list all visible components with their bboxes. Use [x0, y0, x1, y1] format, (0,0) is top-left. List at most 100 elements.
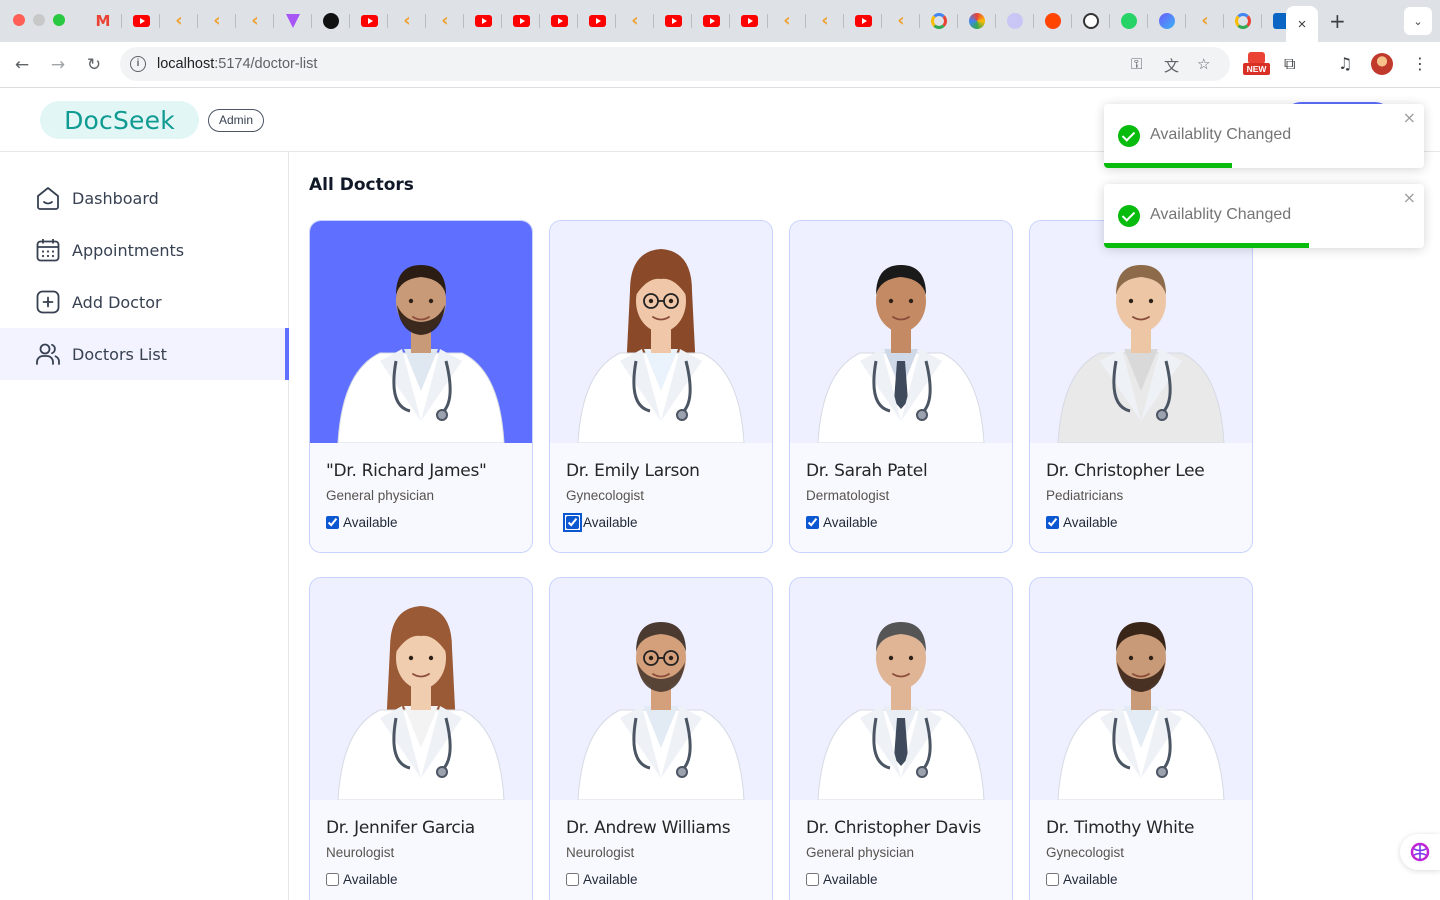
browser-tab[interactable] [768, 11, 806, 31]
toast-notification[interactable]: Availablity Changed × [1104, 104, 1424, 168]
availability-label[interactable]: Available [583, 515, 638, 530]
browser-tab[interactable] [578, 11, 616, 31]
browser-menu-icon[interactable]: ⋮ [1412, 54, 1428, 73]
browser-tab[interactable] [996, 11, 1034, 31]
browser-tab[interactable] [958, 11, 996, 31]
reload-button[interactable]: ↻ [82, 53, 106, 77]
browser-tab[interactable] [350, 11, 388, 31]
doctor-card[interactable]: "Dr. Richard James" General physician Avai… [309, 220, 533, 553]
browser-tab[interactable] [616, 11, 654, 31]
close-icon[interactable]: × [1403, 188, 1416, 207]
sidebar-item-dashboard[interactable]: Dashboard [0, 172, 289, 224]
availability-label[interactable]: Available [823, 872, 878, 887]
extensions-puzzle-icon[interactable]: ⧉ [1284, 54, 1295, 74]
browser-tab[interactable] [502, 11, 540, 31]
browser-tab[interactable] [1110, 11, 1148, 31]
availability-checkbox[interactable] [566, 873, 579, 886]
address-bar[interactable]: i localhost:5174/doctor-list ⚿ 文 ☆ [120, 47, 1230, 81]
floating-assistant-button[interactable] [1400, 834, 1440, 870]
tab-search-button[interactable]: ⌄ [1404, 7, 1432, 35]
availability-checkbox[interactable] [1046, 873, 1059, 886]
browser-tab[interactable] [692, 11, 730, 31]
doctor-speciality: Neurologist [326, 845, 395, 860]
doctor-card[interactable]: Dr. Christopher Lee Pediatricians Availabl… [1029, 220, 1253, 553]
minimize-window-button[interactable] [33, 14, 45, 26]
availability-checkbox[interactable] [1046, 516, 1059, 529]
logo-text: DocSeek [64, 105, 175, 135]
browser-tab[interactable] [198, 11, 236, 31]
bookmark-star-icon[interactable]: ☆ [1197, 55, 1210, 73]
active-tab[interactable]: × [1286, 6, 1318, 42]
translate-icon[interactable]: 文 [1164, 55, 1179, 76]
availability-label[interactable]: Available [343, 872, 398, 887]
browser-tab[interactable] [540, 11, 578, 31]
url-text[interactable]: localhost:5174/doctor-list [157, 56, 317, 72]
availability-label[interactable]: Available [583, 872, 638, 887]
browser-tab[interactable] [274, 11, 312, 31]
site-info-icon[interactable]: i [130, 56, 146, 72]
browser-tab[interactable] [312, 11, 350, 31]
doctor-card-info: Dr. Sarah Patel Dermatologist Available [790, 443, 1012, 552]
browser-tab[interactable] [388, 11, 426, 31]
browser-tab[interactable] [1072, 11, 1110, 31]
browser-tab[interactable] [464, 11, 502, 31]
browser-tab[interactable] [160, 11, 198, 31]
browser-tab[interactable] [1224, 11, 1262, 31]
availability-label[interactable]: Available [343, 515, 398, 530]
browser-tab[interactable] [844, 11, 882, 31]
availability-label[interactable]: Available [1063, 872, 1118, 887]
new-tab-button[interactable]: + [1329, 9, 1346, 33]
availability-label[interactable]: Available [1063, 515, 1118, 530]
browser-tab[interactable] [806, 11, 844, 31]
toast-notification[interactable]: Availablity Changed × [1104, 184, 1424, 248]
back-button[interactable]: ← [10, 53, 34, 77]
browser-tab[interactable] [654, 11, 692, 31]
doctor-card[interactable]: Dr. Christopher Davis General physician Av… [789, 577, 1013, 900]
browser-tab[interactable] [1186, 11, 1224, 31]
doctor-card-info: Dr. Christopher Davis General physician Av… [790, 800, 1012, 900]
close-tab-icon[interactable]: × [1298, 16, 1307, 33]
new-extension-icon[interactable]: NEW [1243, 52, 1270, 78]
availability-label[interactable]: Available [823, 515, 878, 530]
browser-tab[interactable] [236, 11, 274, 31]
doctor-card[interactable]: Dr. Jennifer Garcia Neurologist Available [309, 577, 533, 900]
availability-checkbox[interactable] [806, 516, 819, 529]
youtube-icon [664, 15, 682, 27]
doctor-photo-art [1057, 265, 1225, 443]
sidebar-item-appointments[interactable]: Appointments [0, 224, 289, 276]
close-window-button[interactable] [13, 14, 25, 26]
availability-checkbox[interactable] [563, 513, 582, 532]
password-key-icon[interactable]: ⚿ [1131, 55, 1142, 73]
success-check-icon [1118, 125, 1140, 147]
sidebar-item-doctors-list[interactable]: Doctors List [0, 328, 289, 380]
browser-tab[interactable] [730, 11, 768, 31]
sidebar-item-label: Appointments [72, 240, 185, 260]
browser-tab[interactable] [1148, 11, 1186, 31]
browser-tab[interactable] [426, 11, 464, 31]
browser-tab[interactable] [1034, 11, 1072, 31]
profile-avatar[interactable] [1371, 53, 1393, 75]
media-control-icon[interactable]: ♫ [1338, 54, 1352, 73]
doctor-card[interactable]: Dr. Emily Larson Gynecologist Available [549, 220, 773, 553]
new-badge: NEW [1243, 63, 1270, 75]
browser-tab[interactable] [920, 11, 958, 31]
sidebar-item-add-doctor[interactable]: Add Doctor [0, 276, 289, 328]
logo[interactable]: DocSeek [40, 101, 199, 139]
doctor-speciality: Pediatricians [1046, 488, 1124, 503]
forward-button[interactable]: → [46, 53, 70, 77]
availability-checkbox[interactable] [326, 516, 339, 529]
browser-tab[interactable] [122, 11, 160, 31]
close-icon[interactable]: × [1403, 108, 1416, 127]
url-host: localhost [157, 56, 215, 72]
availability-checkbox[interactable] [806, 873, 819, 886]
doctor-card[interactable]: Dr. Andrew Williams Neurologist Available [549, 577, 773, 900]
doctor-photo-art [337, 606, 505, 800]
browser-tab[interactable] [882, 11, 920, 31]
doctor-name: Dr. Christopher Lee [1046, 461, 1205, 481]
doctor-card[interactable]: Dr. Timothy White Gynecologist Available [1029, 577, 1253, 900]
zoom-window-button[interactable] [53, 14, 65, 26]
browser-tab[interactable]: M [84, 11, 122, 31]
availability-checkbox[interactable] [326, 873, 339, 886]
doctor-card[interactable]: Dr. Sarah Patel Dermatologist Available [789, 220, 1013, 553]
colorful-app-icon [969, 13, 985, 29]
